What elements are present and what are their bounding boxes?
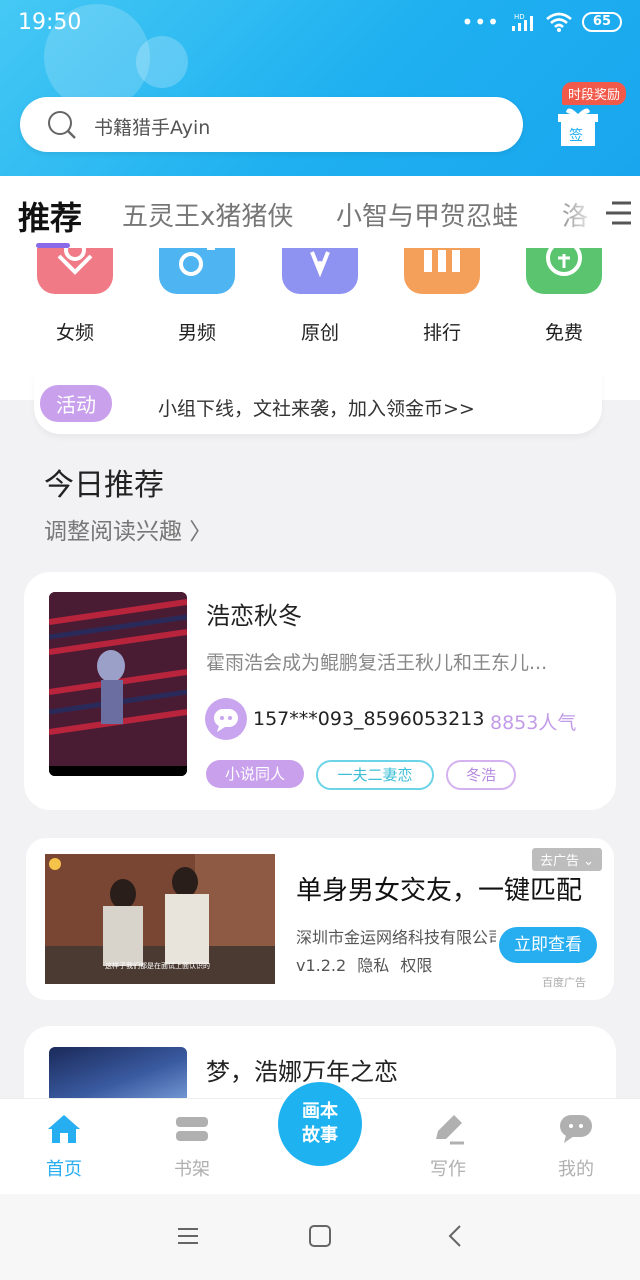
recent-apps-icon[interactable] xyxy=(176,1224,200,1248)
activity-banner[interactable]: 活动 小组下线，文社来袭，加入领金币>> xyxy=(34,372,602,434)
signal-icon: HD xyxy=(511,13,533,31)
book-title[interactable]: 浩恋秋冬 xyxy=(206,596,302,631)
category-label: 排行 xyxy=(422,322,461,344)
bookshelf-icon xyxy=(176,1117,208,1141)
ad-card[interactable]: 这样子我们都是在面试上面认识的 单身男女交友，一键匹配 深圳市金运网络科技有限公… xyxy=(26,838,614,1000)
nav-write[interactable]: 写作 xyxy=(408,1113,488,1181)
book-description: 霍雨浩会成为鲲鹏复活王秋儿和王东儿... xyxy=(206,652,548,674)
network-type: HD xyxy=(514,13,525,21)
chat-icon xyxy=(560,1115,592,1143)
adjust-interest-link[interactable]: 调整阅读兴趣 〉 xyxy=(44,512,212,546)
home-icon xyxy=(48,1115,80,1143)
nav-home[interactable]: 首页 xyxy=(24,1113,104,1181)
male-category-icon xyxy=(159,246,235,294)
time-reward-button[interactable]: 时段奖励 签 xyxy=(558,82,630,152)
ad-photo: 这样子我们都是在面试上面认识的 xyxy=(45,854,275,984)
reward-badge: 时段奖励 xyxy=(562,82,627,105)
section-title: 今日推荐 xyxy=(44,468,164,503)
nav-label: 我的 xyxy=(558,1159,594,1180)
tag-fanfic[interactable]: 小说同人 xyxy=(206,760,304,788)
tag-donghao[interactable]: 冬浩 xyxy=(446,760,516,790)
category-tabs: 推荐 五灵王x猪猪侠 小智与甲贺忍蛙 洛 xyxy=(0,176,640,248)
ad-meta: v1.2.2 隐私 权限 xyxy=(296,952,432,976)
pen-nib-icon xyxy=(282,248,358,294)
tabs-menu-icon[interactable] xyxy=(604,198,632,228)
ad-caption: 这样子我们都是在面试上面认识的 xyxy=(105,961,210,970)
status-icons: ••• HD 65 xyxy=(462,12,622,32)
picture-story-badge: 画本 故事 xyxy=(278,1082,362,1166)
pen-icon xyxy=(436,1115,464,1145)
ad-permissions-link[interactable]: 权限 xyxy=(400,956,432,975)
status-bar: 19:50 ••• HD 65 xyxy=(0,0,640,46)
ad-version: v1.2.2 xyxy=(296,956,347,975)
nav-label: 书架 xyxy=(174,1159,210,1180)
wifi-icon xyxy=(546,12,572,32)
author-name[interactable]: 157***093_8596053213 xyxy=(253,708,484,730)
remove-ad-button[interactable]: 去广告 ⌄ xyxy=(532,848,603,871)
remove-ad-label: 去广告 xyxy=(540,854,580,869)
category-label: 男频 xyxy=(177,322,216,344)
ad-privacy-link[interactable]: 隐私 xyxy=(357,956,389,975)
gift-icon: 签 xyxy=(558,108,598,146)
status-time: 19:50 xyxy=(18,10,82,35)
picture-story-button[interactable]: 画本 故事 xyxy=(275,1079,365,1169)
category-label: 女频 xyxy=(55,322,94,344)
search-bar[interactable]: 书籍猎手Ayin xyxy=(20,97,523,152)
ad-company: 深圳市金运网络科技有限公司 xyxy=(296,928,496,947)
category-label: 原创 xyxy=(300,322,339,344)
home-button-icon[interactable] xyxy=(308,1224,332,1248)
nav-me[interactable]: 我的 xyxy=(536,1113,616,1181)
ranking-icon xyxy=(404,248,480,294)
center-line-1: 画本 xyxy=(302,1101,338,1122)
chevron-down-icon: ⌄ xyxy=(583,854,595,869)
ad-title[interactable]: 单身男女交友，一键匹配 xyxy=(296,870,586,907)
header: 19:50 ••• HD 65 书籍猎手Ayin 时段奖励 签 xyxy=(0,0,640,176)
battery-indicator: 65 xyxy=(581,12,622,32)
tab-xiaozhi[interactable]: 小智与甲贺忍蛙 xyxy=(336,196,518,233)
ad-image[interactable]: 这样子我们都是在面试上面认识的 xyxy=(45,854,275,984)
activity-badge: 活动 xyxy=(40,385,112,422)
chat-bubble-icon xyxy=(214,709,238,732)
back-icon[interactable] xyxy=(444,1224,468,1248)
tag-romance[interactable]: 一夫二妻恋 xyxy=(316,760,434,790)
center-line-2: 故事 xyxy=(302,1125,338,1146)
activity-text[interactable]: 小组下线，文社来袭，加入领金币>> xyxy=(158,394,475,421)
tab-recommend[interactable]: 推荐 xyxy=(18,193,82,239)
ad-view-button[interactable]: 立即查看 xyxy=(499,927,597,963)
ad-source: 百度广告 xyxy=(542,976,586,989)
bottom-nav: 首页 书架 画本故事 写作 我的 xyxy=(0,1079,640,1195)
book-card[interactable]: 浩恋秋冬 霍雨浩会成为鲲鹏复活王秋儿和王东儿... 157***093_8596… xyxy=(24,572,616,810)
system-nav-bar xyxy=(0,1194,640,1280)
category-label: 免费 xyxy=(544,322,583,344)
nav-bookshelf[interactable]: 书架 xyxy=(152,1113,232,1181)
search-icon xyxy=(48,111,76,139)
nav-label: 写作 xyxy=(430,1159,466,1180)
book-cover[interactable] xyxy=(49,592,187,776)
popularity-count: 8853人气 xyxy=(490,712,577,734)
gift-label: 签 xyxy=(569,127,583,144)
author-avatar[interactable] xyxy=(205,698,247,740)
cover-art xyxy=(49,592,187,776)
free-icon xyxy=(526,240,602,294)
nav-label: 首页 xyxy=(46,1159,82,1180)
tab-wulingwang[interactable]: 五灵王x猪猪侠 xyxy=(122,196,293,233)
search-input[interactable]: 书籍猎手Ayin xyxy=(94,113,210,140)
female-category-icon xyxy=(37,239,113,294)
more-dots-icon: ••• xyxy=(461,10,500,34)
